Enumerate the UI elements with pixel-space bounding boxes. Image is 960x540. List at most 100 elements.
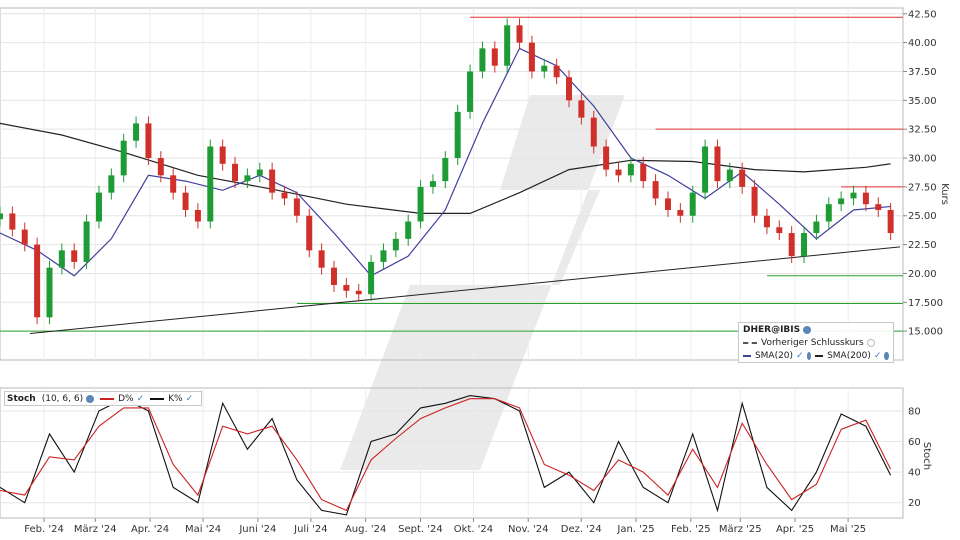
price-tick-label: 15.000 [908,327,943,338]
price-legend: DHER@IBIS Vorheriger Schlusskurs SMA(20)… [738,322,894,363]
x-tick-label: Juni '24 [238,524,276,535]
candle-body [615,169,622,176]
sma200-gear-icon[interactable] [884,351,889,360]
candle-body [801,233,808,257]
x-tick-label: Juli '24 [293,524,328,535]
candle-body [640,163,647,182]
price-tick-label: 42.50 [908,9,937,20]
candle-body [429,181,436,187]
sma20-check-icon[interactable]: ✓ [796,351,804,361]
price-tick-label: 35.00 [908,96,937,107]
candle-body [689,192,696,216]
stoch-d-legend[interactable]: D% ✓ [100,394,144,404]
candle-body [862,192,869,205]
price-tick-label: 40.00 [908,38,937,49]
candle-body [652,181,659,199]
stoch-d-label: D% [118,393,134,404]
candle-body [330,267,337,285]
candle-body [788,233,795,257]
candle-body [467,71,474,112]
candle-body [219,146,226,164]
candle-body [664,198,671,210]
candle-body [739,169,746,187]
stock-chart: 15.000 17.500 20.00 22.50 25.00 27.50 30.00 32.… [0,7,950,535]
candle-body [95,192,102,222]
sma20-swatch-icon [743,354,751,357]
candle-body [281,192,288,199]
candle-body [9,213,16,230]
x-tick-label: März '25 [719,524,762,535]
candle-body [528,42,535,72]
stoch-tick-label: 60 [908,437,921,448]
x-ticks: Feb. '24 März '24 Apr. '24 Mai '24 Juni '24 J… [24,518,866,535]
x-tick-label: Dez. '24 [561,524,602,535]
legend-previous-close[interactable]: Vorheriger Schlusskurs [739,336,893,349]
stoch-params: (10, 6, 6) [41,393,84,404]
x-tick-label: März '24 [74,524,117,535]
candle-body [479,48,486,72]
x-tick-label: Jan. '25 [616,524,654,535]
grid-lines [0,8,903,518]
x-tick-label: Okt. '24 [454,524,493,535]
stoch-k-label: K% [168,393,183,404]
candle-body [368,261,375,295]
price-tick-label: 32.50 [908,125,937,136]
legend-sma-row: SMA(20) ✓ SMA(200) ✓ [739,349,893,362]
price-tick-label: 17.500 [908,298,943,309]
stoch-y-ticks: 20 40 60 80 [908,406,921,509]
stoch-tick-label: 20 [908,498,921,509]
legend-title-row[interactable]: DHER@IBIS [739,323,893,336]
candle-body [318,250,325,268]
candle-body [578,100,585,118]
candle-body [145,123,152,159]
x-tick-label: Feb. '24 [24,524,64,535]
stoch-k-legend[interactable]: K% ✓ [150,394,193,404]
candle-body [702,146,709,193]
sma200-check-icon[interactable]: ✓ [874,351,882,361]
candle-body [108,175,115,193]
legend-previous-close-label: Vorheriger Schlusskurs [761,337,864,348]
d-check-icon[interactable]: ✓ [137,394,145,404]
settings-gear-icon[interactable] [803,325,812,334]
candle-body [763,215,770,228]
candle-body [46,267,53,318]
candle-body [120,140,127,176]
candle-body [293,198,300,216]
candle-body [504,25,511,66]
legend-sma20-label: SMA(20) [754,350,794,361]
candle-body [58,250,65,268]
x-tick-label: Mai '24 [185,524,221,535]
toggle-circle-icon[interactable] [866,338,875,347]
stoch-gear-icon[interactable] [86,394,95,403]
candle-body [442,158,449,182]
candle-body [21,229,28,245]
candle-body [0,213,3,220]
candle-body [170,175,177,193]
price-tick-label: 30.00 [908,154,937,165]
candle-body [133,123,140,141]
x-tick-label: Apr. '24 [131,524,169,535]
candle-body [182,192,189,210]
candle-body [83,221,90,262]
sma200-swatch-icon [815,354,824,357]
d-swatch-icon [100,397,115,400]
candle-body [566,77,573,101]
candle-body [207,146,214,222]
k-check-icon[interactable]: ✓ [186,394,194,404]
candle-body [603,146,610,170]
stoch-params-row[interactable]: (10, 6, 6) [41,393,95,404]
candle-body [71,250,78,262]
sma20-gear-icon[interactable] [806,351,812,360]
candle-body [726,169,733,182]
candle-body [751,186,758,216]
candle-body [405,221,412,239]
price-tick-label: 20.00 [908,269,937,280]
legend-symbol: DHER@IBIS [743,324,801,335]
candle-body [590,117,597,147]
watermark-logo [340,95,625,470]
candle-body [714,146,721,182]
dashed-line-icon [743,341,757,344]
candle-body [355,290,362,295]
candle-body [157,158,164,176]
candle-body [34,244,41,318]
